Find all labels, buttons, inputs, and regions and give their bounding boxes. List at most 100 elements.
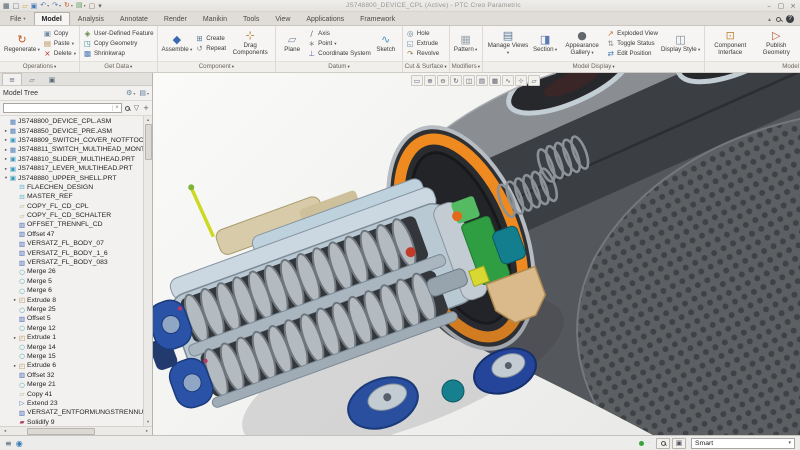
edit-position-button[interactable]: ⇄Edit Position [606,49,658,58]
tree-item[interactable]: ○Merge 21 [0,380,143,389]
minimize-button[interactable]: – [765,2,773,10]
tree-search-input[interactable] [4,104,112,112]
appearance-gallery-button[interactable]: ●Appearance Gallery ▾ [560,30,604,56]
regenerate-button[interactable]: ↻Regenerate ▾ [3,34,41,54]
tab-view[interactable]: View [267,12,298,25]
tree-item[interactable]: ⊟MASTER_REF [0,192,143,201]
undo-icon-arrow[interactable]: ▾ [47,3,49,8]
selection-filter-dropdown[interactable]: Smart ▾ [691,438,795,449]
shrinkwrap-button[interactable]: ▩Shrinkwrap [83,49,154,58]
spin-center-button[interactable]: ⊹ [515,75,527,86]
paste-button[interactable]: ▤Paste▾ [43,39,76,48]
tab-tools[interactable]: Tools [235,12,267,25]
extrude-button[interactable]: ◱Extrude [406,39,439,48]
tree-item[interactable]: ○Merge 14 [0,342,143,351]
tab-analysis[interactable]: Analysis [70,12,112,25]
tree-item[interactable]: ○Merge 26 [0,267,143,276]
view-manager-button[interactable]: ▦ [489,75,501,86]
scroll-up-icon[interactable]: ▴ [147,116,149,124]
tree-item[interactable]: ▰Solidify 9 [0,418,143,427]
tree-item[interactable]: ▸◰Extrude 8 [0,295,143,304]
tree-item[interactable]: ▷Extend 23 [0,399,143,408]
tree-filters-icon[interactable]: ⚙▾ [126,89,135,97]
web-browser-icon[interactable]: ◉ [16,439,23,448]
display-style-view-button[interactable]: ◫ [463,75,475,86]
horizontal-scroll-track[interactable] [9,428,143,435]
restore-button[interactable]: ▢ [777,2,785,10]
tree-item[interactable]: ▸◰Extrude 1 [0,333,143,342]
axis-button[interactable]: ∕Axis [307,29,371,38]
tree-item[interactable]: ○Merge 5 [0,277,143,286]
tree-item[interactable]: ▥VERSATZ_FL_BODY_07 [0,239,143,248]
zoom-in-button[interactable]: ⊕ [424,75,436,86]
clear-search-icon[interactable]: × [112,105,121,111]
app-icon[interactable]: ▦ [3,2,10,10]
ribbon-group-label-model-intent[interactable]: Model Intent▾ [705,61,800,72]
coordinate-system-button[interactable]: ⊥Coordinate System [307,49,371,58]
ribbon-group-label-modifiers[interactable]: Modifiers▾ [450,61,482,72]
close-window-icon[interactable]: ▢ [89,2,96,10]
tree-item[interactable]: ▥Offset 32 [0,371,143,380]
model-tree-tab[interactable]: ≡ [2,73,22,85]
delete-button[interactable]: ×Delete▾ [43,49,76,58]
new-icon[interactable]: □ [13,2,20,10]
scroll-down-icon[interactable]: ▾ [147,418,149,426]
ribbon-group-label-cut-surface[interactable]: Cut & Surface▾ [403,61,449,72]
tree-item[interactable]: ▥VERSATZ_FL_BODY_1_6 [0,248,143,257]
tab-file[interactable]: File▾ [2,12,34,25]
ribbon-group-label-get-data[interactable]: Get Data▾ [80,61,157,72]
tree-item[interactable]: ▱COPY_FL_CD_SCHALTER [0,211,143,220]
plane-button[interactable]: ▱Plane [279,34,305,54]
tab-framework[interactable]: Framework [352,12,403,25]
tree-item[interactable]: ▸▦JS748850_DEVICE_PRE.ASM [0,126,143,135]
pattern-button[interactable]: ▦Pattern ▾ [453,34,479,54]
section-button[interactable]: ◨Section ▾ [532,34,558,54]
revolve-button[interactable]: ↷Revolve [406,49,439,58]
tab-render[interactable]: Render [156,12,195,25]
select-items-button[interactable]: ▣ [672,438,686,449]
horizontal-scroll-thumb[interactable] [27,428,95,435]
tab-model[interactable]: Model [34,12,70,25]
vertical-scroll-thumb[interactable] [145,124,152,160]
copy-button[interactable]: ▣Copy [43,29,76,38]
ribbon-group-label-datum[interactable]: Datum▾ [276,61,402,72]
ribbon-group-label-model-display[interactable]: Model Display▾ [483,61,704,72]
regenerate-quick-icon[interactable]: ↻▾ [64,1,73,10]
perspective-button[interactable]: ▱ [528,75,540,86]
copy-geometry-button[interactable]: ◳Copy Geometry [83,39,154,48]
tree-item[interactable]: ▸◰Extrude 6 [0,361,143,370]
component-interface-button[interactable]: ⊡Component Interface [708,30,752,56]
tree-search-box[interactable]: × [3,103,122,113]
sketch-button[interactable]: ∿Sketch [373,34,399,54]
tab-applications[interactable]: Applications [298,12,352,25]
publish-geometry-button[interactable]: ▷Publish Geometry [754,30,798,56]
tree-item[interactable]: ▥VERSATZ_ENTFORMUNGSTRENNUNG [0,408,143,417]
regenerate-quick-icon-arrow[interactable]: ▾ [71,3,73,8]
repeat-button[interactable]: ↺Repeat [195,44,226,53]
shaver-3d-model[interactable] [153,73,800,435]
repaint-view-button[interactable]: ↻ [450,75,462,86]
command-search-icon[interactable] [776,17,781,22]
tree-item[interactable]: ▱Copy 41 [0,389,143,398]
tree-item[interactable]: ▥OFFSET_TRENNFL_CD [0,220,143,229]
point-button[interactable]: ∗Point▾ [307,39,371,48]
graphics-area[interactable]: ▭⊕⊖↻◫▤▦∿⊹▱ [153,73,800,435]
refit-button[interactable]: ▭ [411,75,423,86]
tree-item[interactable]: ▾▣JS748880_UPPER_SHELL.PRT [0,173,143,182]
favorites-tab[interactable]: ▣ [42,73,62,85]
tree-toggle-icon[interactable]: ≡ [5,439,12,448]
tree-item[interactable]: ▸▦JS748811_SWITCH_MULTIHEAD_MONT.ASM [0,145,143,154]
tree-horizontal-scrollbar[interactable]: ◂ ▸ [0,426,152,435]
ribbon-group-label-operations[interactable]: Operations▾ [0,61,79,72]
tree-item[interactable]: ▥Offset 47 [0,230,143,239]
tree-item[interactable]: ○Merge 25 [0,305,143,314]
add-column-icon[interactable]: + [143,104,149,112]
repaint-icon-arrow[interactable]: ▾ [84,3,86,8]
toggle-status-button[interactable]: ⇅Toggle Status [606,39,658,48]
tree-item[interactable]: ▥Offset 5 [0,314,143,323]
help-icon[interactable]: ? [786,15,794,23]
tab-annotate[interactable]: Annotate [112,12,156,25]
filter-icon[interactable]: ▽ [134,104,139,112]
undo-icon[interactable]: ↶▾ [40,1,49,10]
ribbon-group-label-component[interactable]: Component▾ [158,61,276,72]
